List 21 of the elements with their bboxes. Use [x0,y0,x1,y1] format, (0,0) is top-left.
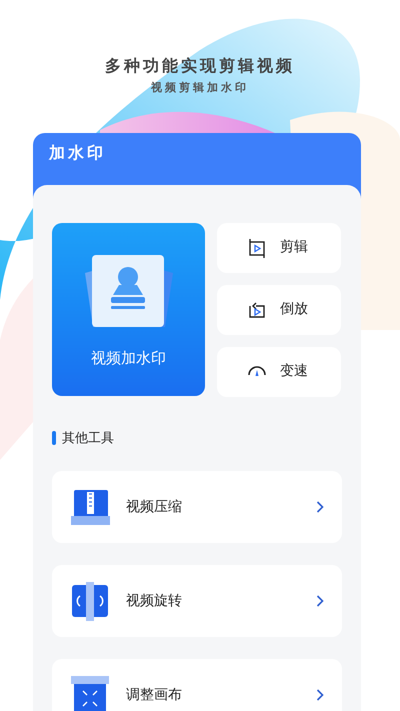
section-marker [52,431,56,446]
chevron-right-icon [316,501,324,513]
tool-row[interactable]: 视频压缩 [52,471,342,543]
rewind-frame-icon [247,300,267,320]
tool-row[interactable]: 调整画布 [52,659,342,710]
expand-canvas-icon [70,676,110,710]
subtitle: 视频剪辑加水印 [151,80,249,96]
rotate-icon [70,582,110,620]
chevron-right-icon [316,595,324,607]
crop-frame-icon [247,238,267,258]
watermark-tile[interactable]: 视频加水印 [52,222,205,396]
section-title: 其他工具 [62,430,114,448]
tool-button[interactable]: 倒放 [217,284,341,334]
panel-title: 加水印 [48,142,107,164]
tool-button[interactable]: 剪辑 [217,222,341,272]
tool-button[interactable]: 变速 [217,346,341,396]
chevron-right-icon [316,689,324,701]
headline: 多种功能实现剪辑视频 [105,55,295,77]
zip-file-icon [70,488,110,526]
tool-row[interactable]: 视频旋转 [52,565,342,637]
speedometer-icon [247,366,267,377]
